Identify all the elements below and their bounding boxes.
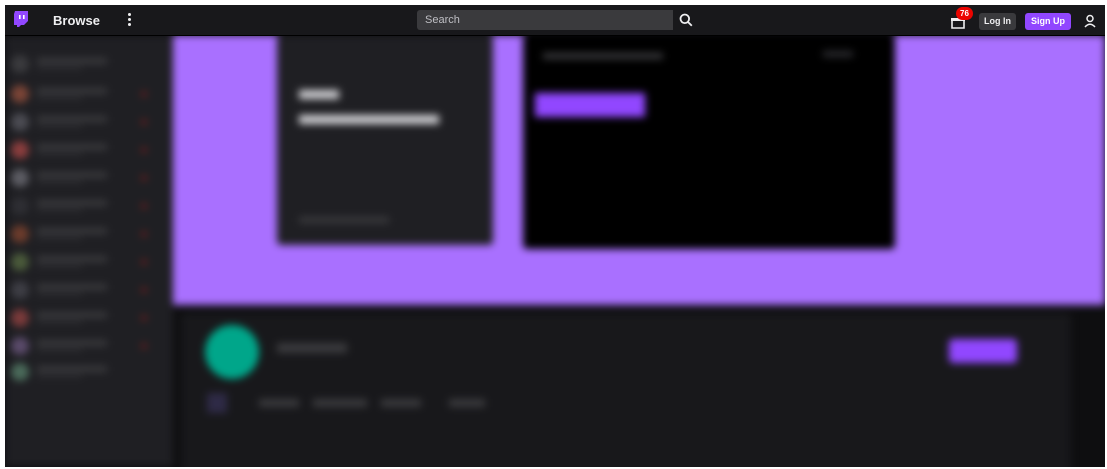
featured-action-button[interactable] bbox=[535, 93, 645, 117]
follow-button[interactable] bbox=[949, 339, 1017, 363]
category-thumbnail[interactable] bbox=[207, 393, 227, 413]
channel-info-panel bbox=[181, 313, 1071, 467]
sidebar-channel-item[interactable] bbox=[11, 223, 161, 245]
search-icon bbox=[679, 13, 693, 27]
app-window: Browse 76 Log In Sign Up bbox=[5, 5, 1105, 467]
twitch-logo-icon[interactable] bbox=[12, 10, 30, 28]
sidebar-channel-item[interactable] bbox=[11, 83, 161, 105]
search-bar bbox=[417, 10, 673, 30]
featured-video-player[interactable] bbox=[523, 35, 895, 249]
sidebar-channel-item[interactable] bbox=[11, 279, 161, 301]
sidebar-channel-item[interactable] bbox=[11, 139, 161, 161]
sidebar-channel-item[interactable] bbox=[11, 53, 161, 75]
channel-name bbox=[277, 343, 347, 353]
search-input[interactable] bbox=[417, 10, 673, 30]
sidebar-channel-item[interactable] bbox=[11, 111, 161, 133]
sidebar bbox=[5, 35, 173, 467]
sidebar-channel-item[interactable] bbox=[11, 361, 161, 383]
sidebar-channel-item[interactable] bbox=[11, 167, 161, 189]
sidebar-channel-item[interactable] bbox=[11, 335, 161, 357]
featured-hero bbox=[173, 35, 1105, 305]
sidebar-channel-item[interactable] bbox=[11, 251, 161, 273]
channel-avatar[interactable] bbox=[205, 325, 259, 379]
user-icon[interactable] bbox=[1083, 14, 1097, 28]
sidebar-channel-item[interactable] bbox=[11, 307, 161, 329]
sidebar-channel-item[interactable] bbox=[11, 195, 161, 217]
signup-button[interactable]: Sign Up bbox=[1025, 13, 1071, 30]
notification-badge: 76 bbox=[956, 7, 973, 20]
browse-link[interactable]: Browse bbox=[53, 13, 100, 28]
blurred-page-content bbox=[5, 35, 1105, 467]
top-nav: Browse 76 Log In Sign Up bbox=[5, 5, 1105, 36]
featured-info-card[interactable] bbox=[277, 35, 493, 245]
search-button[interactable] bbox=[673, 10, 699, 30]
login-button[interactable]: Log In bbox=[979, 13, 1016, 30]
more-options-icon[interactable] bbox=[126, 12, 132, 28]
